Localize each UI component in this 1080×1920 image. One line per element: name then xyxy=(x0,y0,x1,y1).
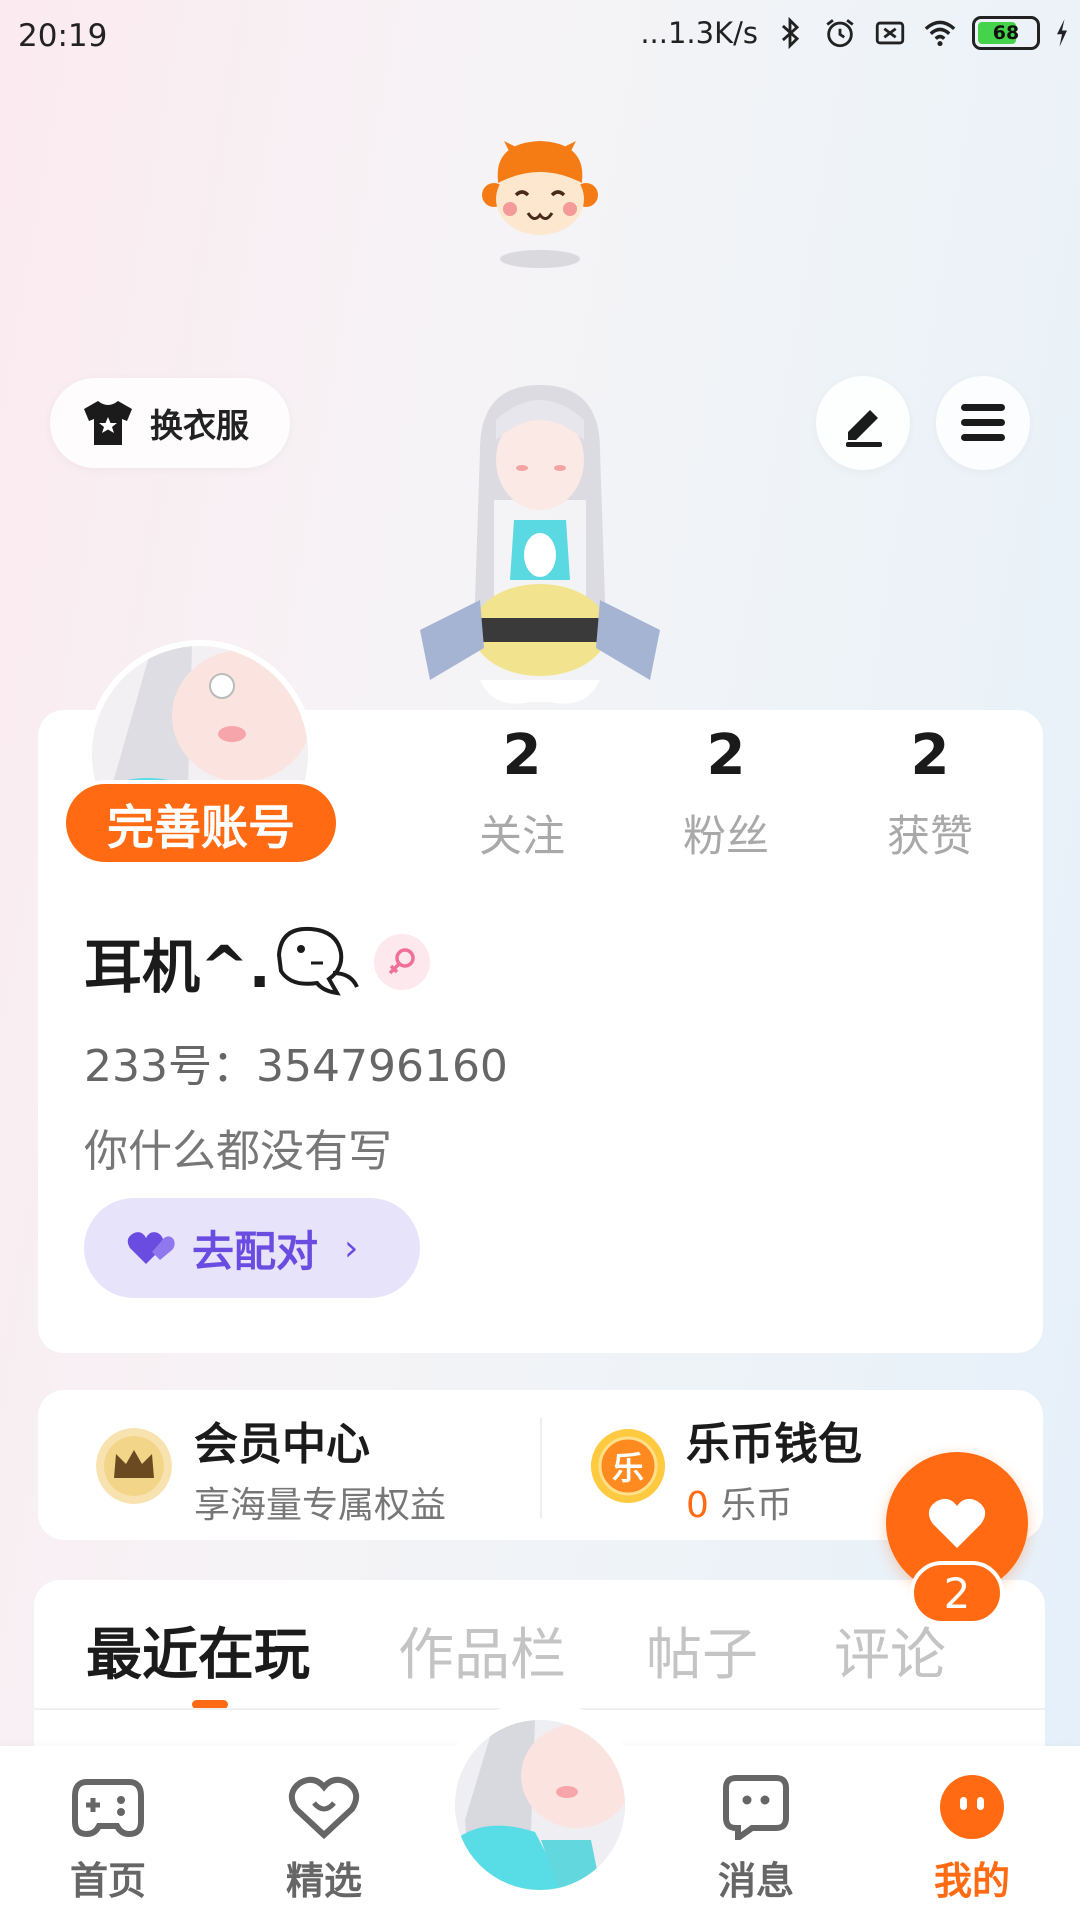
coin-balance: 0 乐币 xyxy=(686,1476,792,1528)
battery-indicator: 68 xyxy=(972,16,1040,50)
gamepad-icon xyxy=(72,1779,144,1838)
nav-messages[interactable]: 消息 xyxy=(686,1772,826,1905)
network-speed: ...1.3K/s xyxy=(640,16,758,50)
wallet-divider xyxy=(540,1418,542,1518)
mascot-monkey-icon[interactable] xyxy=(480,133,602,273)
no-sim-icon xyxy=(875,21,905,45)
followers-label: 粉丝 xyxy=(683,812,769,862)
coin-amount: 0 xyxy=(686,1485,709,1526)
bio: 你什么都没有写 xyxy=(84,1126,392,1177)
nav-featured-label: 精选 xyxy=(285,1859,362,1903)
center-avatar-image xyxy=(455,1720,625,1890)
wifi-icon xyxy=(924,20,956,47)
username: 耳机^. xyxy=(84,920,363,1004)
nav-me[interactable]: 我的 xyxy=(902,1772,1042,1905)
change-outfit-button[interactable]: 换衣服 xyxy=(50,378,290,468)
battery-level: 68 xyxy=(992,22,1020,44)
likes-count: 2 xyxy=(910,723,950,788)
coin-unit: 乐币 xyxy=(720,1485,793,1526)
following-stat[interactable]: 2 关注 xyxy=(442,720,602,864)
membership-center-subtitle: 享海量专属权益 xyxy=(194,1485,447,1526)
nav-me-label: 我的 xyxy=(933,1859,1010,1903)
status-icons: ...1.3K/s 68 xyxy=(640,16,1070,50)
profile-page: 20:19 ...1.3K/s 68 换衣服 完善账号 2 关注 2 粉丝 2 … xyxy=(0,0,1080,1920)
following-count: 2 xyxy=(502,723,542,788)
alarm-icon xyxy=(826,19,854,48)
chevron-right-icon: › xyxy=(344,1227,359,1269)
nav-featured[interactable]: 精选 xyxy=(254,1772,394,1905)
crown-icon xyxy=(96,1428,172,1504)
hamburger-menu-icon xyxy=(961,404,1005,441)
username-text: 耳机^. xyxy=(84,933,271,1001)
coin-wallet-title[interactable]: 乐币钱包 xyxy=(686,1408,862,1472)
heart-icon xyxy=(928,1498,986,1548)
coin-icon-label: 乐 xyxy=(611,1449,644,1487)
female-gender-badge xyxy=(374,934,430,990)
status-bar: 20:19 ...1.3K/s 68 xyxy=(0,0,1080,72)
charging-icon xyxy=(1057,19,1067,47)
followers-stat[interactable]: 2 粉丝 xyxy=(646,720,806,864)
nav-messages-label: 消息 xyxy=(717,1859,794,1903)
match-button[interactable]: 去配对 › xyxy=(84,1198,420,1298)
followers-count: 2 xyxy=(706,723,746,788)
likes-label: 获赞 xyxy=(887,812,973,862)
center-avatar-button[interactable] xyxy=(455,1720,625,1890)
message-icon xyxy=(723,1775,789,1840)
heart-chat-icon xyxy=(288,1776,360,1839)
edit-profile-button[interactable] xyxy=(816,376,910,470)
complete-account-button[interactable]: 完善账号 xyxy=(62,780,340,866)
status-time: 20:19 xyxy=(18,18,108,54)
tab-posts[interactable]: 帖子 xyxy=(646,1610,758,1691)
match-button-label: 去配对 xyxy=(192,1226,319,1276)
tab-recently-played[interactable]: 最近在玩 xyxy=(86,1610,310,1691)
following-label: 关注 xyxy=(479,812,565,862)
floating-heart-count: 2 xyxy=(910,1561,1004,1625)
membership-center-title[interactable]: 会员中心 xyxy=(194,1408,370,1472)
female-icon xyxy=(388,948,415,975)
double-heart-icon xyxy=(127,1232,175,1264)
change-outfit-label: 换衣服 xyxy=(150,406,249,445)
menu-button[interactable] xyxy=(936,376,1030,470)
tshirt-star-icon xyxy=(84,401,132,445)
nav-home[interactable]: 首页 xyxy=(38,1772,178,1905)
tab-works[interactable]: 作品栏 xyxy=(398,1610,566,1691)
nav-home-label: 首页 xyxy=(69,1859,146,1903)
profile-face-icon xyxy=(940,1775,1004,1839)
user-id: 233号：354796160 xyxy=(84,1041,508,1092)
avatar-3d-figure[interactable] xyxy=(410,380,670,710)
pencil-icon xyxy=(846,410,882,447)
likes-stat[interactable]: 2 获赞 xyxy=(850,720,1010,864)
bluetooth-icon xyxy=(781,16,800,50)
fish-emoji-icon xyxy=(276,926,359,996)
